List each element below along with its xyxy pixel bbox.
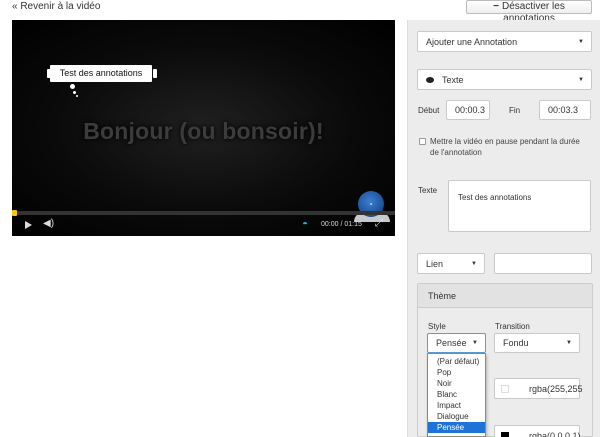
progress-bar[interactable] (12, 211, 395, 215)
play-icon[interactable] (25, 221, 32, 229)
style-option[interactable]: Noir (428, 378, 485, 389)
pause-video-label: Mettre la vidéo en pause pendant la duré… (430, 137, 580, 157)
disable-annotations-button[interactable]: − Désactiver les annotations (466, 0, 592, 24)
back-to-video-link[interactable]: « Revenir à la vidéo (12, 1, 100, 12)
annotation-text-value: Test des annotations (458, 193, 532, 202)
text-label: Texte (418, 186, 438, 195)
background-color-value: rgba(255,255 (529, 383, 583, 394)
link-type-select[interactable]: Lien ▼ (417, 253, 485, 274)
video-title-text: Bonjour (ou bonsoir)! (83, 118, 324, 144)
annotation-type-label: Texte (442, 74, 464, 85)
text-color-input[interactable]: rgba(0,0,0,1) (494, 425, 581, 437)
style-option[interactable]: Impact (428, 400, 485, 411)
add-annotation-select[interactable]: Ajouter une Annotation ▼ (417, 31, 592, 52)
thought-dot (70, 84, 75, 89)
fullscreen-icon[interactable]: ⤢ (375, 218, 383, 230)
style-option[interactable]: Blanc (428, 389, 485, 400)
link-url-input[interactable] (494, 253, 592, 274)
add-annotation-label: Ajouter une Annotation (426, 36, 518, 47)
end-label: Fin (509, 106, 521, 115)
video-player[interactable]: Bonjour (ou bonsoir)! Test des annotatio… (12, 20, 395, 236)
transition-label: Transition (495, 322, 530, 331)
style-option[interactable]: (Par défaut) (428, 356, 485, 367)
theme-header[interactable]: Thème (418, 284, 592, 308)
style-select[interactable]: Pensée ▼ (427, 333, 486, 353)
annotations-toggle-icon[interactable]: ◓ (302, 219, 308, 231)
end-time-value: 00:03.3 (548, 105, 579, 115)
start-label: Début (418, 106, 440, 115)
annotation-bubble[interactable]: Test des annotations (50, 65, 152, 82)
background-color-input[interactable]: rgba(255,255 (494, 378, 583, 399)
color-swatch[interactable] (501, 431, 509, 437)
text-color-value: rgba(0,0,0,1) (529, 430, 581, 437)
chevron-down-icon: ▼ (471, 260, 477, 267)
style-select-value: Pensée (436, 338, 467, 348)
transition-select[interactable]: Fondu ▼ (494, 333, 580, 353)
chevron-down-icon: ▼ (566, 340, 572, 346)
start-time-input[interactable]: 00:00.3 (446, 100, 490, 120)
chevron-down-icon: ▼ (578, 38, 584, 45)
progress-knob[interactable] (12, 210, 17, 216)
time-display: 00:00 / 01:15 (321, 221, 362, 228)
theme-heading: Thème (428, 291, 457, 301)
speech-bubble-icon (426, 76, 434, 83)
thought-dot (73, 91, 76, 94)
volume-icon[interactable]: ◀) (43, 218, 54, 230)
chevron-down-icon: ▼ (472, 340, 478, 346)
annotation-resize-handle-right[interactable] (153, 69, 157, 78)
end-time-input[interactable]: 00:03.3 (539, 100, 591, 120)
chevron-down-icon: ▼ (578, 76, 584, 83)
style-options-dropdown[interactable]: (Par défaut) Pop Noir Blanc Impact Dialo… (427, 353, 486, 437)
watermark-face-icon: ◔ (368, 200, 373, 209)
minus-icon: − (493, 1, 500, 12)
annotation-text-input[interactable]: Test des annotations (448, 180, 591, 232)
start-time-value: 00:00.3 (455, 105, 486, 115)
style-option-selected[interactable]: Pensée (428, 422, 485, 433)
thought-dot (76, 95, 78, 97)
link-type-label: Lien (426, 258, 444, 269)
style-option[interactable]: Pop (428, 367, 485, 378)
pause-video-checkbox[interactable] (419, 138, 426, 145)
style-label: Style (428, 322, 446, 331)
transition-select-value: Fondu (503, 338, 529, 348)
annotation-type-select[interactable]: Texte ▼ (417, 69, 592, 90)
color-swatch[interactable] (501, 384, 509, 393)
style-option[interactable]: Dialogue (428, 411, 485, 422)
